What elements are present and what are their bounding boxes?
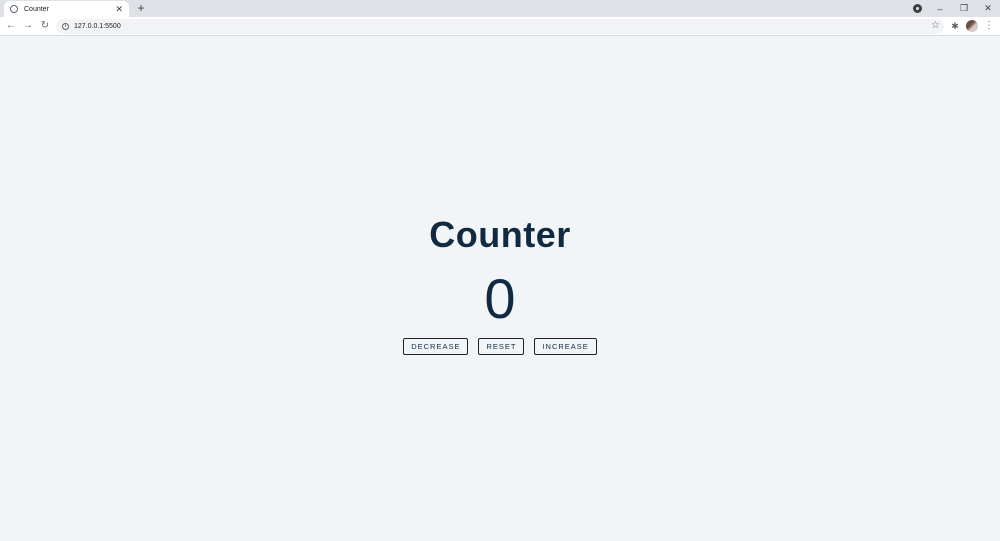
back-arrow-icon[interactable]: ← bbox=[4, 19, 18, 33]
info-icon[interactable]: i bbox=[62, 23, 69, 30]
decrease-button[interactable]: DECREASE bbox=[403, 338, 469, 355]
button-group: DECREASE RESET INCREASE bbox=[0, 338, 1000, 355]
menu-icon[interactable]: ⋮ bbox=[984, 20, 994, 32]
forward-arrow-icon[interactable]: → bbox=[21, 19, 35, 33]
url-text: 127.0.0.1:5500 bbox=[74, 23, 121, 30]
browser-tab[interactable]: Counter ✕ bbox=[4, 1, 129, 17]
close-window-button[interactable]: ✕ bbox=[980, 0, 996, 17]
page-title: Counter bbox=[429, 214, 571, 255]
minimize-button[interactable]: – bbox=[932, 0, 948, 17]
avatar[interactable] bbox=[966, 20, 978, 32]
increase-button[interactable]: INCREASE bbox=[534, 338, 597, 355]
reload-icon[interactable]: ↻ bbox=[38, 19, 52, 33]
tab-close-icon[interactable]: ✕ bbox=[115, 4, 123, 14]
page-content: Counter 0 DECREASE RESET INCREASE bbox=[0, 37, 1000, 541]
tab-title: Counter bbox=[24, 5, 49, 13]
extensions-icon[interactable]: ✱ bbox=[950, 20, 960, 32]
media-control-icon[interactable] bbox=[913, 4, 922, 13]
new-tab-button[interactable]: + bbox=[135, 1, 147, 15]
address-bar[interactable]: i 127.0.0.1:5500 bbox=[56, 19, 944, 34]
restore-button[interactable]: ❐ bbox=[956, 0, 972, 17]
globe-icon bbox=[10, 5, 18, 13]
counter-value: 0 bbox=[484, 267, 516, 330]
tab-strip: Counter ✕ + – ❐ ✕ bbox=[0, 0, 1000, 17]
bookmark-star-icon[interactable]: ☆ bbox=[931, 19, 940, 33]
browser-toolbar: ← → ↻ i 127.0.0.1:5500 ☆ bbox=[0, 17, 1000, 36]
reset-button[interactable]: RESET bbox=[478, 338, 525, 355]
